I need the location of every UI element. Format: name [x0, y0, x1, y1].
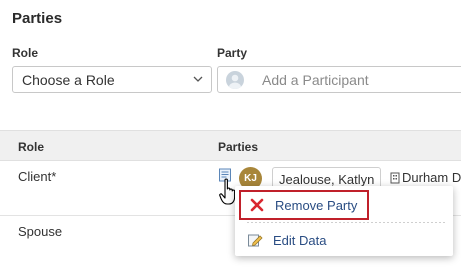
- building-icon: [390, 172, 400, 183]
- remove-party-label: Remove Party: [275, 197, 358, 213]
- row-role: Client*: [18, 169, 57, 184]
- chevron-down-icon: [193, 76, 203, 82]
- column-header-role: Role: [18, 140, 45, 154]
- participant-avatar-icon: [226, 70, 244, 89]
- edit-pencil-icon: [248, 234, 263, 247]
- row-role: Spouse: [18, 224, 63, 239]
- party-context-menu: Remove Party Edit Data: [235, 186, 453, 256]
- role-select[interactable]: Choose a Role: [12, 66, 212, 93]
- party-label: Party: [217, 46, 248, 60]
- section-title: Parties: [12, 10, 63, 27]
- x-icon: [250, 198, 264, 212]
- column-header-parties: Parties: [218, 140, 259, 154]
- party-name: Jealouse, Katlyn: [279, 171, 375, 187]
- menu-divider: [247, 222, 445, 223]
- role-label: Role: [12, 46, 39, 60]
- role-select-value: Choose a Role: [22, 71, 115, 88]
- add-participant-input[interactable]: [262, 71, 461, 88]
- table-header: Role Parties: [0, 130, 461, 161]
- edit-data-label: Edit Data: [273, 232, 327, 248]
- party-location[interactable]: Durham D: [390, 170, 461, 185]
- parties-panel: Parties Role Party Choose a Role Role Pa…: [0, 0, 461, 270]
- edit-data-menu-item[interactable]: Edit Data: [239, 225, 457, 255]
- add-participant-field[interactable]: [217, 66, 461, 93]
- remove-party-menu-item[interactable]: Remove Party: [239, 190, 369, 220]
- party-location-label: Durham D: [402, 170, 461, 185]
